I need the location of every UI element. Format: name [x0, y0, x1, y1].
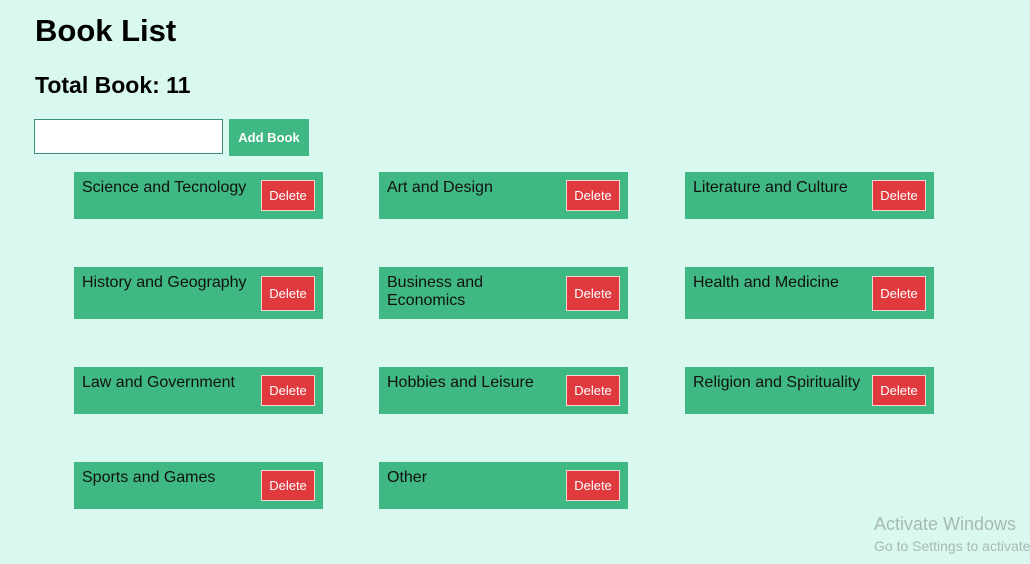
book-title: Literature and Culture	[693, 179, 848, 196]
book-card: Literature and Culture Delete	[685, 172, 934, 219]
book-card: Religion and Spirituality Delete	[685, 367, 934, 414]
delete-button[interactable]: Delete	[566, 276, 620, 311]
book-title: Sports and Games	[82, 469, 216, 486]
book-card: Business and Economics Delete	[379, 267, 628, 319]
add-book-button[interactable]: Add Book	[229, 119, 309, 156]
book-card: Sports and Games Delete	[74, 462, 323, 509]
delete-button[interactable]: Delete	[566, 470, 620, 501]
watermark-title: Activate Windows	[874, 514, 1017, 534]
total-book-count: Total Book: 11	[35, 72, 191, 98]
book-card: Other Delete	[379, 462, 628, 509]
page-title: Book List	[35, 13, 177, 48]
book-title: Religion and Spirituality	[693, 374, 861, 391]
book-title: History and Geography	[82, 274, 247, 291]
book-title: Business and Economics	[387, 274, 484, 309]
delete-button[interactable]: Delete	[566, 180, 620, 211]
book-title: Hobbies and Leisure	[387, 374, 534, 391]
delete-button[interactable]: Delete	[872, 276, 926, 311]
delete-button[interactable]: Delete	[261, 470, 315, 501]
delete-button[interactable]: Delete	[872, 180, 926, 211]
book-card: History and Geography Delete	[74, 267, 323, 319]
delete-button[interactable]: Delete	[566, 375, 620, 406]
book-title: Art and Design	[387, 179, 493, 196]
book-title: Other	[387, 469, 428, 486]
book-title: Science and Tecnology	[82, 179, 247, 196]
book-card: Science and Tecnology Delete	[74, 172, 323, 219]
book-card: Art and Design Delete	[379, 172, 628, 219]
activate-windows-watermark: Activate Windows Go to Settings to activ…	[874, 514, 1030, 555]
book-title: Health and Medicine	[693, 274, 839, 291]
delete-button[interactable]: Delete	[872, 375, 926, 406]
book-title: Law and Government	[82, 374, 235, 391]
delete-button[interactable]: Delete	[261, 375, 315, 406]
watermark-subtitle: Go to Settings to activate Windows.	[874, 538, 1030, 554]
book-title-input[interactable]	[34, 119, 223, 154]
delete-button[interactable]: Delete	[261, 180, 315, 211]
book-card: Law and Government Delete	[74, 367, 323, 414]
book-card: Health and Medicine Delete	[685, 267, 934, 319]
book-card: Hobbies and Leisure Delete	[379, 367, 628, 414]
delete-button[interactable]: Delete	[261, 276, 315, 311]
